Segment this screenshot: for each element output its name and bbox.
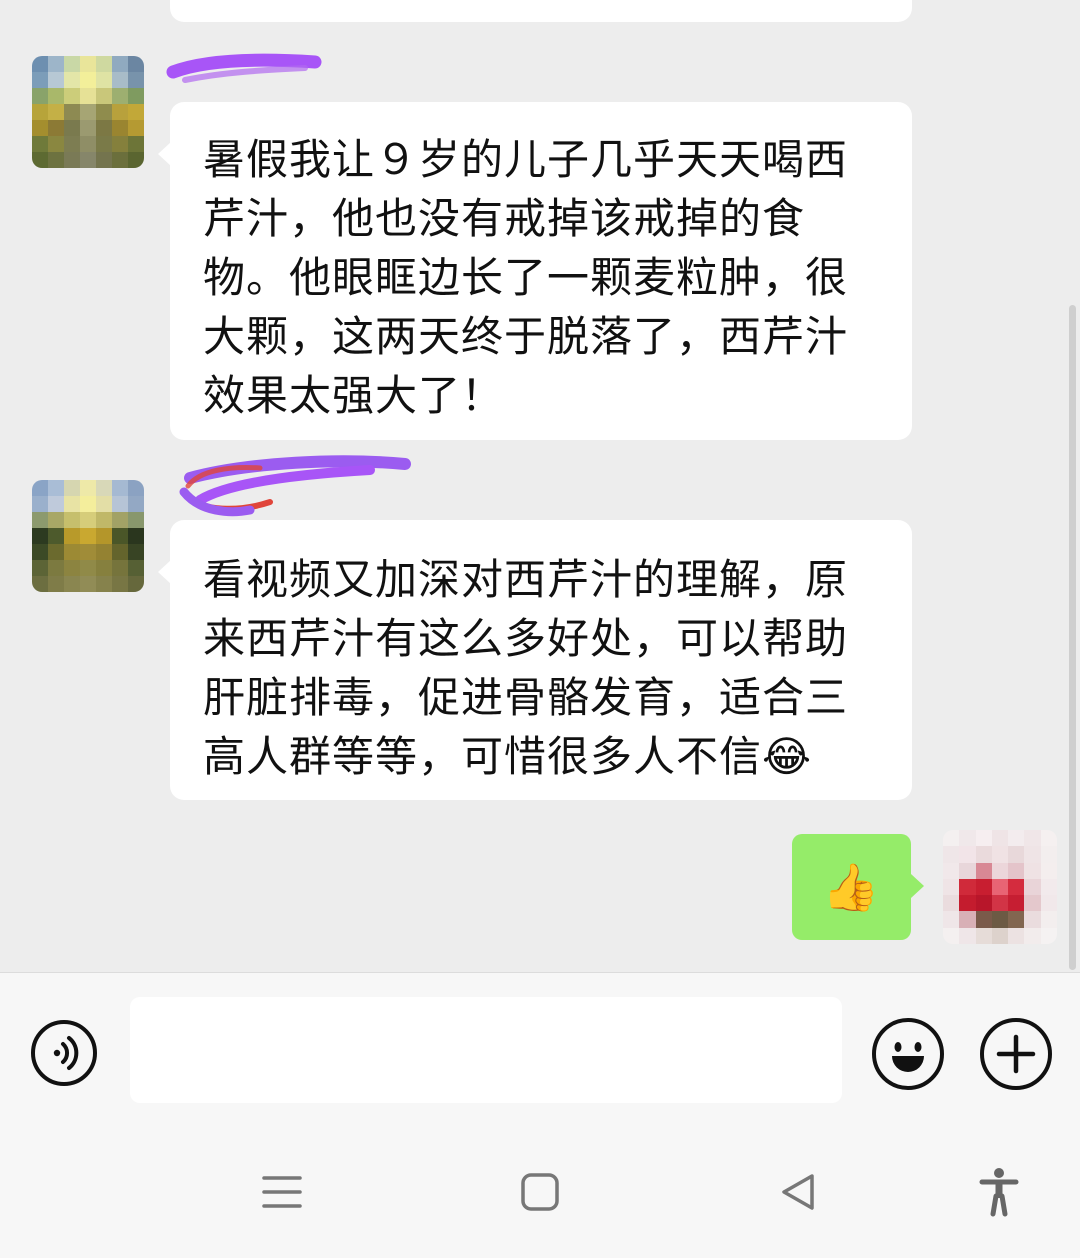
previous-message-bubble[interactable] — [170, 0, 912, 22]
message-text: 暑假我让９岁的儿子几乎天天喝西芹汁，他也没有戒掉该戒掉的食物。他眼眶边长了一颗麦… — [203, 135, 849, 420]
voice-button[interactable] — [31, 1020, 97, 1086]
my-message-bubble[interactable]: 👍 — [792, 834, 924, 940]
message-text: 看视频又加深对西芹汁的理解，原来西芹汁有这么多好处，可以帮助肝脏排毒，促进骨骼发… — [203, 555, 849, 781]
message-input[interactable] — [130, 997, 842, 1103]
chat-area[interactable]: 暑假我让９岁的儿子几乎天天喝西芹汁，他也没有戒掉该戒掉的食物。他眼眶边长了一颗麦… — [0, 0, 1080, 972]
accessibility-button[interactable] — [976, 1166, 1022, 1222]
plus-icon — [996, 1034, 1036, 1074]
home-icon — [521, 1173, 559, 1211]
voice-icon — [53, 1036, 79, 1070]
my-avatar[interactable] — [943, 830, 1057, 944]
emoji-button[interactable] — [872, 1018, 944, 1090]
back-button[interactable] — [776, 1170, 820, 1218]
avatar-mosaic — [943, 830, 1057, 944]
avatar-mosaic — [32, 480, 144, 592]
avatar[interactable] — [32, 480, 144, 592]
accessibility-icon — [979, 1168, 1019, 1217]
message-bubble[interactable]: 暑假我让９岁的儿子几乎天天喝西芹汁，他也没有戒掉该戒掉的食物。他眼眶边长了一颗麦… — [158, 102, 912, 440]
home-button[interactable] — [518, 1170, 562, 1218]
input-bar — [0, 972, 1080, 1123]
sender-name-scribble — [179, 455, 411, 517]
sender-name-scribble — [166, 53, 322, 83]
scrollbar[interactable] — [1069, 305, 1076, 970]
avatar[interactable] — [32, 56, 144, 168]
emoji-icon — [892, 1042, 924, 1072]
message-bubble[interactable]: 看视频又加深对西芹汁的理解，原来西芹汁有这么多好处，可以帮助肝脏排毒，促进骨骼发… — [158, 520, 912, 800]
avatar-mosaic — [32, 56, 144, 168]
menu-icon — [262, 1176, 302, 1208]
back-icon — [782, 1174, 814, 1210]
menu-button[interactable] — [258, 1170, 306, 1218]
more-button[interactable] — [980, 1018, 1052, 1090]
thumbs-up-emoji: 👍 — [822, 860, 881, 914]
system-nav-bar — [0, 1122, 1080, 1258]
